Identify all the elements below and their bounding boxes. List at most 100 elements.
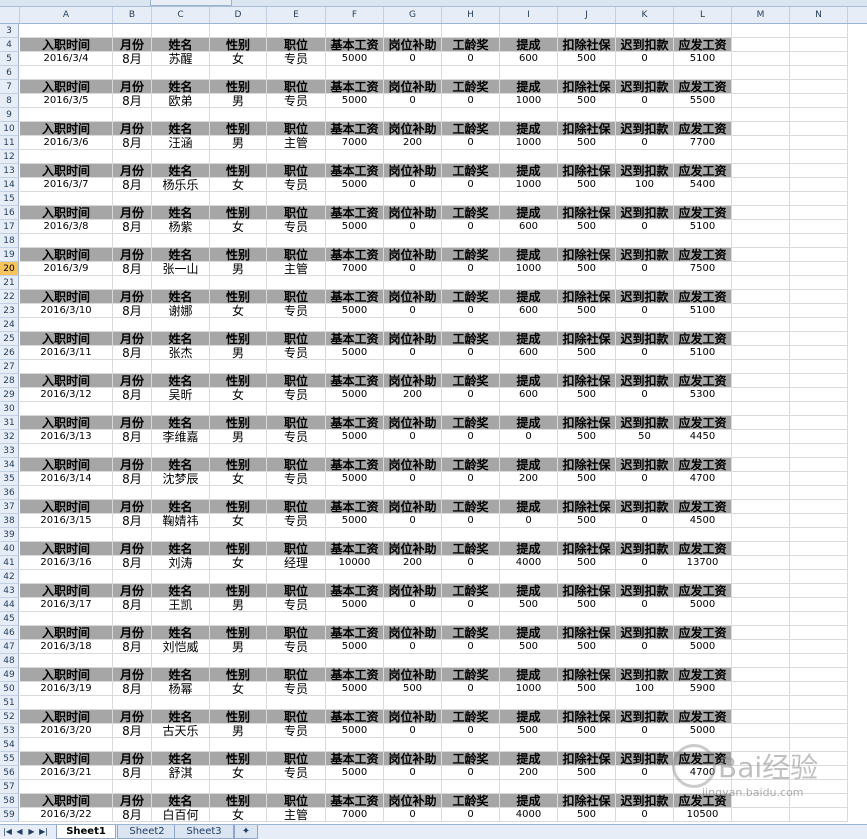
empty-cell[interactable] xyxy=(210,654,267,668)
empty-cell[interactable] xyxy=(20,150,113,164)
empty-cell[interactable] xyxy=(732,262,790,276)
empty-cell[interactable] xyxy=(616,66,674,80)
header-cell[interactable]: 入职时间 xyxy=(20,80,113,94)
empty-cell[interactable] xyxy=(20,612,113,626)
empty-cell[interactable] xyxy=(20,276,113,290)
data-cell[interactable]: 4700 xyxy=(674,472,732,486)
empty-cell[interactable] xyxy=(616,486,674,500)
header-cell[interactable]: 基本工资 xyxy=(326,416,384,430)
header-cell[interactable]: 入职时间 xyxy=(20,290,113,304)
data-cell[interactable]: 1000 xyxy=(500,682,558,696)
empty-cell[interactable] xyxy=(790,220,848,234)
empty-cell[interactable] xyxy=(152,66,210,80)
data-cell[interactable]: 男 xyxy=(210,346,267,360)
header-cell[interactable]: 扣除社保 xyxy=(558,626,616,640)
empty-cell[interactable] xyxy=(20,24,113,38)
empty-cell[interactable] xyxy=(790,108,848,122)
empty-cell[interactable] xyxy=(790,710,848,724)
header-cell[interactable]: 应发工资 xyxy=(674,164,732,178)
data-cell[interactable]: 2016/3/12 xyxy=(20,388,113,402)
empty-cell[interactable] xyxy=(732,458,790,472)
empty-cell[interactable] xyxy=(267,108,326,122)
header-cell[interactable]: 入职时间 xyxy=(20,332,113,346)
data-cell[interactable]: 女 xyxy=(210,766,267,780)
row-header-43[interactable]: 43 xyxy=(0,584,19,598)
header-cell[interactable]: 基本工资 xyxy=(326,38,384,52)
data-cell[interactable]: 专员 xyxy=(267,724,326,738)
data-cell[interactable]: 5000 xyxy=(326,640,384,654)
data-cell[interactable]: 鞠婧祎 xyxy=(152,514,210,528)
row-header-44[interactable]: 44 xyxy=(0,598,19,612)
empty-cell[interactable] xyxy=(790,136,848,150)
header-cell[interactable]: 扣除社保 xyxy=(558,38,616,52)
header-cell[interactable]: 提成 xyxy=(500,626,558,640)
header-cell[interactable]: 应发工资 xyxy=(674,374,732,388)
empty-cell[interactable] xyxy=(442,150,500,164)
empty-cell[interactable] xyxy=(616,570,674,584)
row-header-13[interactable]: 13 xyxy=(0,164,19,178)
next-sheet-button[interactable]: ▶ xyxy=(26,826,37,838)
header-cell[interactable]: 扣除社保 xyxy=(558,458,616,472)
data-cell[interactable]: 10500 xyxy=(674,808,732,822)
empty-cell[interactable] xyxy=(210,360,267,374)
row-header-38[interactable]: 38 xyxy=(0,514,19,528)
header-cell[interactable]: 工龄奖 xyxy=(442,542,500,556)
data-cell[interactable]: 主管 xyxy=(267,136,326,150)
header-cell[interactable]: 岗位补助 xyxy=(384,38,442,52)
empty-cell[interactable] xyxy=(732,178,790,192)
empty-cell[interactable] xyxy=(732,94,790,108)
data-cell[interactable]: 0 xyxy=(384,304,442,318)
header-cell[interactable]: 提成 xyxy=(500,206,558,220)
data-cell[interactable]: 5000 xyxy=(326,304,384,318)
data-cell[interactable]: 5000 xyxy=(326,388,384,402)
header-cell[interactable]: 入职时间 xyxy=(20,458,113,472)
empty-cell[interactable] xyxy=(326,402,384,416)
empty-cell[interactable] xyxy=(790,430,848,444)
header-cell[interactable]: 职位 xyxy=(267,500,326,514)
header-cell[interactable]: 岗位补助 xyxy=(384,206,442,220)
data-cell[interactable]: 500 xyxy=(558,514,616,528)
header-cell[interactable]: 性别 xyxy=(210,38,267,52)
header-cell[interactable]: 扣除社保 xyxy=(558,80,616,94)
header-cell[interactable]: 姓名 xyxy=(152,290,210,304)
row-header-24[interactable]: 24 xyxy=(0,318,19,332)
row-header-33[interactable]: 33 xyxy=(0,444,19,458)
header-cell[interactable]: 提成 xyxy=(500,290,558,304)
empty-cell[interactable] xyxy=(616,192,674,206)
empty-cell[interactable] xyxy=(558,360,616,374)
header-cell[interactable]: 基本工资 xyxy=(326,710,384,724)
column-header-h[interactable]: H xyxy=(442,7,500,23)
empty-cell[interactable] xyxy=(384,360,442,374)
header-cell[interactable]: 应发工资 xyxy=(674,416,732,430)
first-sheet-button[interactable]: |◀ xyxy=(2,826,13,838)
empty-cell[interactable] xyxy=(152,276,210,290)
data-cell[interactable]: 0 xyxy=(384,640,442,654)
header-cell[interactable]: 迟到扣款 xyxy=(616,38,674,52)
empty-cell[interactable] xyxy=(790,514,848,528)
empty-cell[interactable] xyxy=(616,654,674,668)
empty-cell[interactable] xyxy=(326,234,384,248)
header-cell[interactable]: 基本工资 xyxy=(326,500,384,514)
empty-cell[interactable] xyxy=(790,570,848,584)
data-cell[interactable]: 经理 xyxy=(267,556,326,570)
header-cell[interactable]: 迟到扣款 xyxy=(616,122,674,136)
row-header-20[interactable]: 20 xyxy=(0,262,19,276)
data-cell[interactable]: 专员 xyxy=(267,766,326,780)
empty-cell[interactable] xyxy=(732,108,790,122)
prev-sheet-button[interactable]: ◀ xyxy=(14,826,25,838)
empty-cell[interactable] xyxy=(384,192,442,206)
empty-cell[interactable] xyxy=(20,738,113,752)
header-cell[interactable]: 性别 xyxy=(210,164,267,178)
header-cell[interactable]: 姓名 xyxy=(152,38,210,52)
empty-cell[interactable] xyxy=(326,654,384,668)
header-cell[interactable]: 迟到扣款 xyxy=(616,164,674,178)
data-cell[interactable]: 男 xyxy=(210,430,267,444)
header-cell[interactable]: 职位 xyxy=(267,80,326,94)
header-cell[interactable]: 扣除社保 xyxy=(558,500,616,514)
row-header-37[interactable]: 37 xyxy=(0,500,19,514)
empty-cell[interactable] xyxy=(558,444,616,458)
header-cell[interactable]: 姓名 xyxy=(152,794,210,808)
column-header-k[interactable]: K xyxy=(616,7,674,23)
empty-cell[interactable] xyxy=(267,66,326,80)
header-cell[interactable]: 工龄奖 xyxy=(442,80,500,94)
